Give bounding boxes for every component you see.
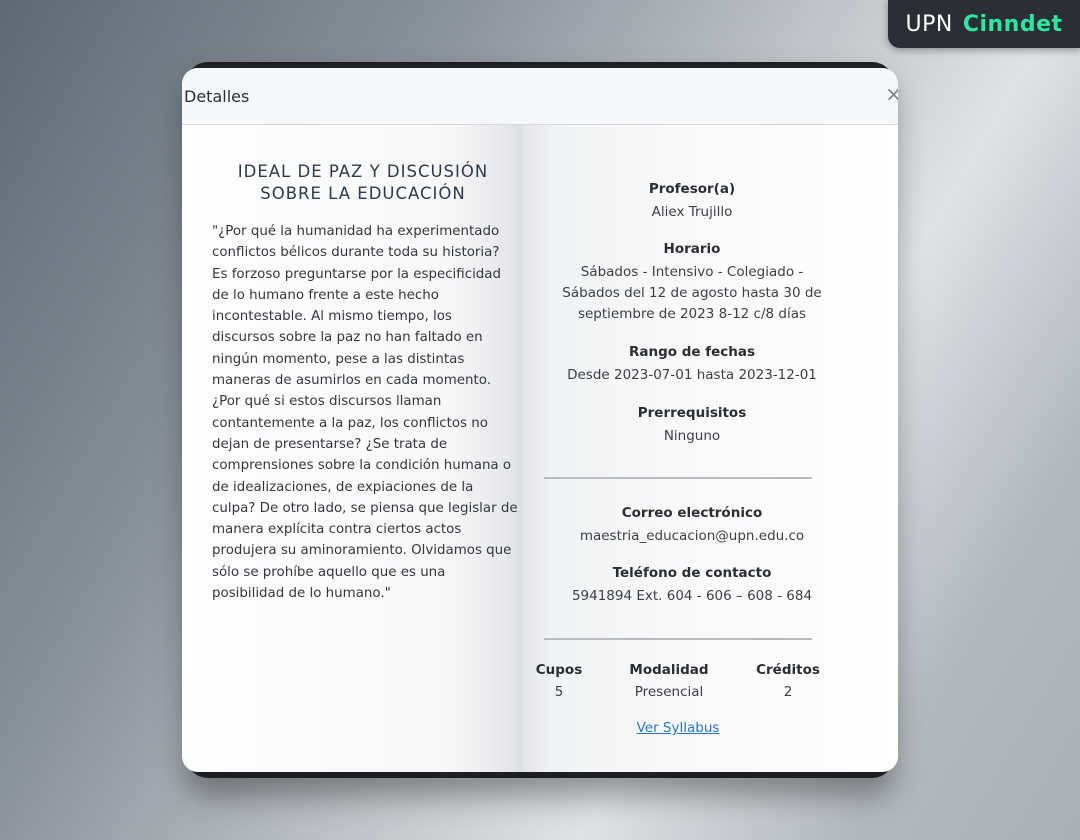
modalidad-label: Modalidad	[629, 662, 709, 678]
close-icon[interactable]: ×	[885, 84, 898, 104]
divider-bottom	[544, 638, 812, 640]
creditos-value: 2	[783, 684, 793, 700]
correo-value: maestria_educacion@upn.edu.co	[579, 528, 805, 544]
correo-block: Correo electrónico maestria_educacion@up…	[558, 503, 826, 547]
telefono-label: Teléfono de contacto	[612, 565, 772, 581]
brand-name-cinndet: Cinndet	[962, 11, 1063, 37]
details-modal: Detalles × IDEAL DE PAZ Y DISCUSIÓN SOBR…	[182, 68, 898, 772]
divider-top	[544, 477, 812, 479]
profesor-block: Profesor(a) Aliex Trujillo	[558, 179, 826, 223]
prerrequisitos-value: Ninguno	[663, 428, 721, 444]
brand-badge: UPN Cinndet	[888, 0, 1080, 48]
course-title-line1: IDEAL DE PAZ Y DISCUSIÓN	[237, 162, 489, 181]
modalidad-stat: Modalidad Presencial	[614, 662, 724, 700]
telefono-block: Teléfono de contacto 5941894 Ext. 604 - …	[558, 563, 826, 607]
course-title-line2: SOBRE LA EDUCACIÓN	[260, 184, 466, 203]
creditos-label: Créditos	[756, 662, 820, 678]
modalidad-value: Presencial	[634, 684, 704, 700]
profesor-label: Profesor(a)	[648, 181, 736, 197]
cupos-value: 5	[554, 684, 564, 700]
horario-block: Horario Sábados - Intensivo - Colegiado …	[558, 239, 826, 325]
creditos-stat: Créditos 2	[732, 662, 844, 700]
modal-title: Detalles	[184, 86, 250, 106]
brand-name-upn: UPN	[905, 11, 953, 37]
cupos-stat: Cupos 5	[524, 662, 594, 700]
prerrequisitos-block: Prerrequisitos Ninguno	[558, 403, 826, 447]
rango-fechas-block: Rango de fechas Desde 2023-07-01 hasta 2…	[558, 342, 826, 386]
modal-body: IDEAL DE PAZ Y DISCUSIÓN SOBRE LA EDUCAC…	[182, 125, 898, 772]
horario-value: Sábados - Intensivo - Colegiado - Sábado…	[562, 264, 822, 322]
modal-header: Detalles ×	[182, 68, 898, 125]
course-title: IDEAL DE PAZ Y DISCUSIÓN SOBRE LA EDUCAC…	[208, 161, 518, 205]
horario-label: Horario	[663, 241, 721, 257]
cupos-label: Cupos	[535, 662, 583, 678]
book-page-right: Profesor(a) Aliex Trujillo Horario Sábad…	[522, 125, 898, 772]
ver-syllabus-link[interactable]: Ver Syllabus	[522, 720, 834, 736]
correo-label: Correo electrónico	[621, 505, 763, 521]
prerrequisitos-label: Prerrequisitos	[637, 405, 747, 421]
telefono-value: 5941894 Ext. 604 - 606 – 608 - 684	[571, 588, 813, 604]
rango-fechas-value: Desde 2023-07-01 hasta 2023-12-01	[567, 367, 817, 383]
rango-fechas-label: Rango de fechas	[628, 344, 756, 360]
course-description: "¿Por qué la humanidad ha experimentado …	[212, 224, 518, 602]
profesor-value: Aliex Trujillo	[651, 204, 733, 220]
book-page-left: IDEAL DE PAZ Y DISCUSIÓN SOBRE LA EDUCAC…	[182, 125, 522, 772]
